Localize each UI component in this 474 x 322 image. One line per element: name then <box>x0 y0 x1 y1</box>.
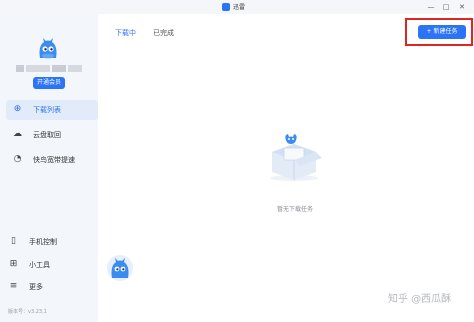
sidebar-item-label: 下载列表 <box>33 106 61 114</box>
minimize-button[interactable]: — <box>426 2 436 12</box>
sidebar-item-label: 快鸟宽带提速 <box>33 156 75 164</box>
grid-icon: ⊞ <box>9 259 18 269</box>
mascot-icon[interactable] <box>106 254 134 282</box>
sidebar-item-speedup[interactable]: ◔ 快鸟宽带提速 <box>6 150 98 170</box>
empty-box-icon <box>270 134 322 181</box>
sidebar-item-cloud-retrieve[interactable]: ☁ 云盘取回 <box>6 125 98 145</box>
download-icon: ⊕ <box>13 104 22 114</box>
sidebar-item-label: 更多 <box>29 283 43 291</box>
title-bar: 迅雷 — □ ✕ <box>0 0 474 14</box>
empty-state-text: 暂无下载任务 <box>276 206 313 213</box>
sidebar-item-download-list[interactable]: ⊕ 下载列表 <box>6 100 98 120</box>
app-logo-icon <box>222 3 230 11</box>
window-title: 迅雷 <box>233 4 246 11</box>
username-placeholder <box>16 65 82 72</box>
sidebar-item-tools[interactable]: ⊞ 小工具 <box>8 258 88 272</box>
new-task-button[interactable]: + 新建任务 <box>418 25 466 39</box>
speedometer-icon: ◔ <box>13 154 22 164</box>
avatar[interactable] <box>35 36 61 62</box>
sidebar-item-phone-control[interactable]: ▯ 手机控制 <box>8 235 88 249</box>
menu-icon: ≡ <box>9 281 18 291</box>
sidebar: 开通会员 ⊕ 下载列表 ☁ 云盘取回 ◔ 快鸟宽带提速 ▯ 手机控制 ⊞ 小工具… <box>0 14 98 322</box>
phone-icon: ▯ <box>11 236 16 246</box>
maximize-button[interactable]: □ <box>441 2 451 12</box>
sidebar-item-more[interactable]: ≡ 更多 <box>8 280 88 294</box>
sidebar-item-label: 小工具 <box>29 261 50 269</box>
close-button[interactable]: ✕ <box>457 2 467 12</box>
sidebar-item-label: 云盘取回 <box>33 131 61 139</box>
tab-downloading[interactable]: 下载中 <box>115 28 136 38</box>
sidebar-item-label: 手机控制 <box>29 238 57 246</box>
watermark: 知乎 @西瓜酥 <box>388 294 452 305</box>
vip-button[interactable]: 开通会员 <box>33 77 65 89</box>
cloud-icon: ☁ <box>13 129 22 139</box>
tab-completed[interactable]: 已完成 <box>153 28 174 38</box>
version-label: 版本号：v3.23.1 <box>8 309 47 315</box>
